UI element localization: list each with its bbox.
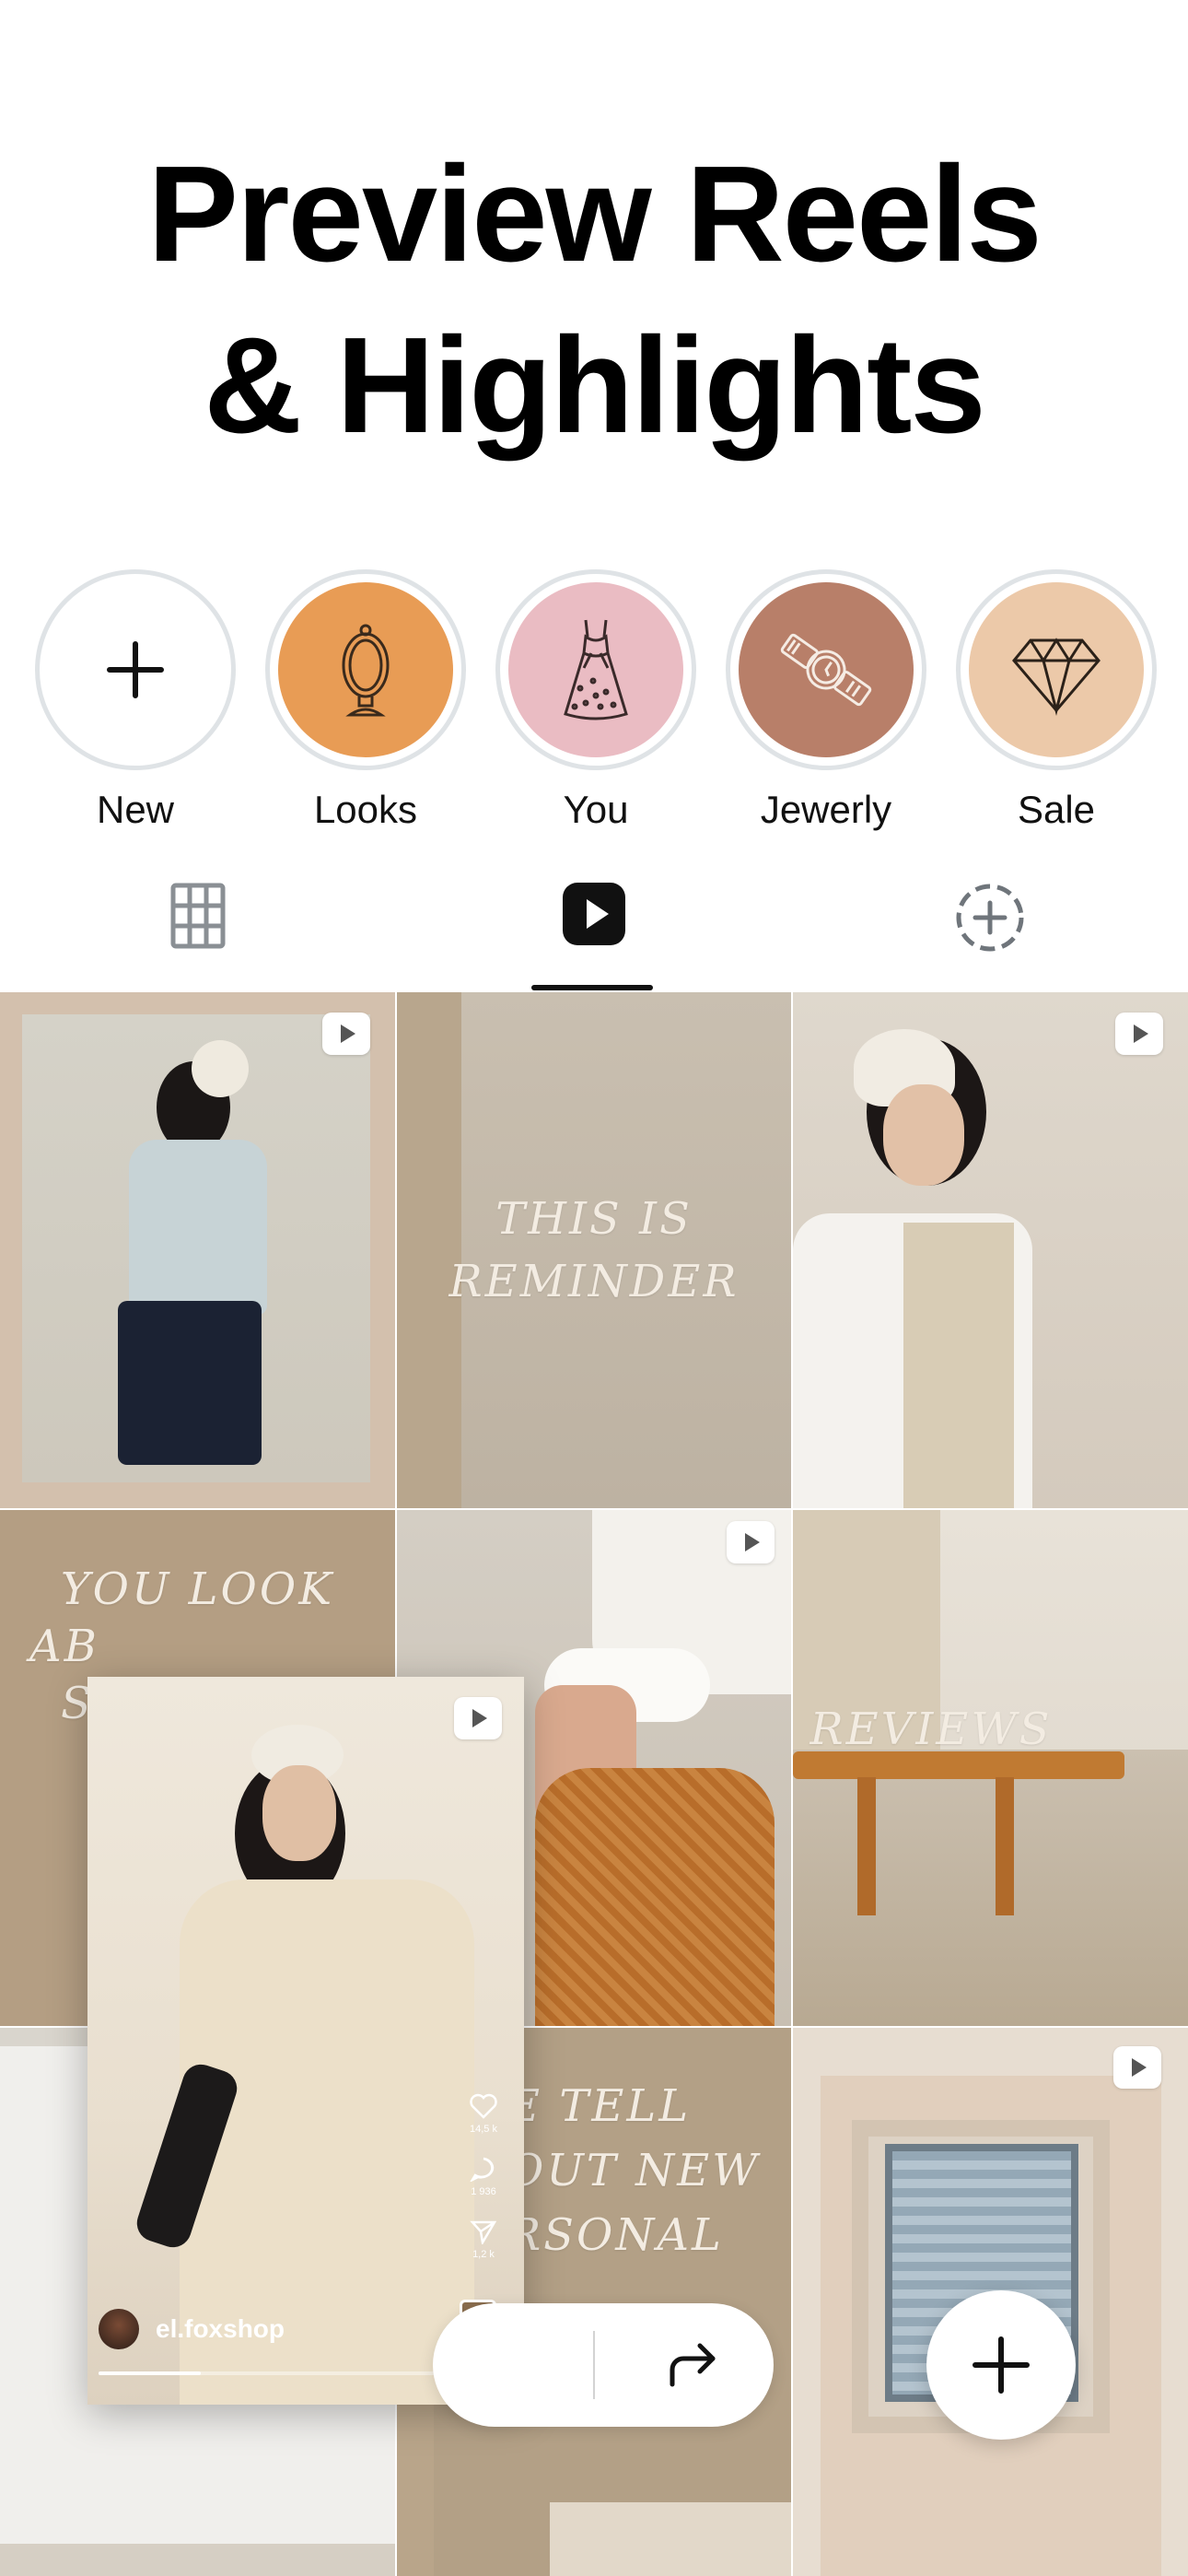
reel-tile[interactable]: REVIEWS: [793, 1510, 1188, 2026]
mirror-icon: [278, 582, 453, 757]
highlight-label: Looks: [313, 788, 418, 831]
shares-count: 1,2 k: [472, 2249, 495, 2260]
comments-stat[interactable]: 1 936: [463, 2156, 504, 2197]
diamond-icon: [969, 582, 1144, 757]
send-icon: [470, 2220, 497, 2246]
reels-icon: [563, 883, 625, 945]
reel-username[interactable]: el.foxshop: [156, 2314, 285, 2344]
highlights-row: New Looks You Jewerly Sale: [0, 569, 1188, 837]
reel-progress-fill: [99, 2371, 201, 2375]
grid-divider: [0, 1508, 1188, 1510]
likes-stat[interactable]: 14,5 k: [463, 2093, 504, 2135]
shares-stat[interactable]: 1,2 k: [463, 2219, 504, 2260]
reel-play-icon: [322, 1013, 370, 1055]
active-tab-indicator: [531, 985, 653, 990]
reel-play-icon: [727, 1521, 775, 1563]
page-title-line1: Preview Reels: [147, 138, 1042, 290]
likes-count: 14,5 k: [470, 2124, 497, 2135]
dress-icon: [508, 582, 683, 757]
reel-tile[interactable]: [793, 992, 1188, 1508]
reel-play-icon: [1113, 2046, 1161, 2089]
highlight-jewerly[interactable]: Jewerly: [726, 569, 926, 833]
highlight-new[interactable]: New: [35, 569, 236, 833]
highlight-sale[interactable]: Sale: [956, 569, 1157, 833]
add-collab-icon: [956, 884, 1024, 952]
reel-tile[interactable]: [0, 992, 395, 1508]
share-pill[interactable]: [433, 2303, 774, 2427]
reel-tile[interactable]: THIS IS REMINDER: [397, 992, 791, 1508]
tell-line2: OUT NEW: [507, 2145, 761, 2196]
highlight-label: New: [96, 788, 175, 831]
share-arrow-icon[interactable]: [667, 2338, 722, 2390]
reel-play-icon: [1115, 1013, 1163, 1055]
grid-icon: [170, 883, 226, 949]
pill-divider: [593, 2331, 595, 2399]
plus-icon: [48, 582, 223, 757]
tab-collab[interactable]: [792, 866, 1188, 990]
heart-icon: [470, 2093, 497, 2119]
highlight-label: Jewerly: [760, 788, 892, 831]
reel-preview-card[interactable]: 14,5 k 1 936 1,2 k el.foxshop: [87, 1677, 524, 2405]
tab-grid[interactable]: [0, 866, 396, 990]
watch-icon: [739, 582, 914, 757]
you-look-line1: YOU LOOK: [60, 1563, 335, 1615]
grid-divider: [791, 992, 793, 2576]
profile-tabs: [0, 866, 1188, 990]
highlight-label: Sale: [1017, 788, 1096, 831]
page-title: Preview Reels & Highlights: [0, 129, 1188, 472]
you-look-line2: AB: [29, 1621, 99, 1672]
reel-play-icon: [454, 1697, 502, 1739]
add-button[interactable]: [926, 2290, 1076, 2440]
comments-count: 1 936: [471, 2186, 496, 2197]
reviews-text: REVIEWS: [809, 1704, 1053, 1755]
tab-reels[interactable]: [396, 866, 792, 990]
page-title-line2: & Highlights: [204, 310, 985, 462]
highlight-label: You: [563, 788, 629, 831]
tell-line3: RSONAL: [507, 2209, 724, 2261]
highlight-looks[interactable]: Looks: [265, 569, 466, 833]
tell-line1: E TELL: [507, 2080, 692, 2132]
comment-icon: [469, 2157, 495, 2184]
reminder-line1: THIS IS: [495, 1193, 693, 1245]
highlight-you[interactable]: You: [495, 569, 696, 833]
reminder-line2: REMINDER: [448, 1256, 740, 1307]
avatar[interactable]: [99, 2309, 139, 2349]
plus-icon: [973, 2336, 1030, 2394]
